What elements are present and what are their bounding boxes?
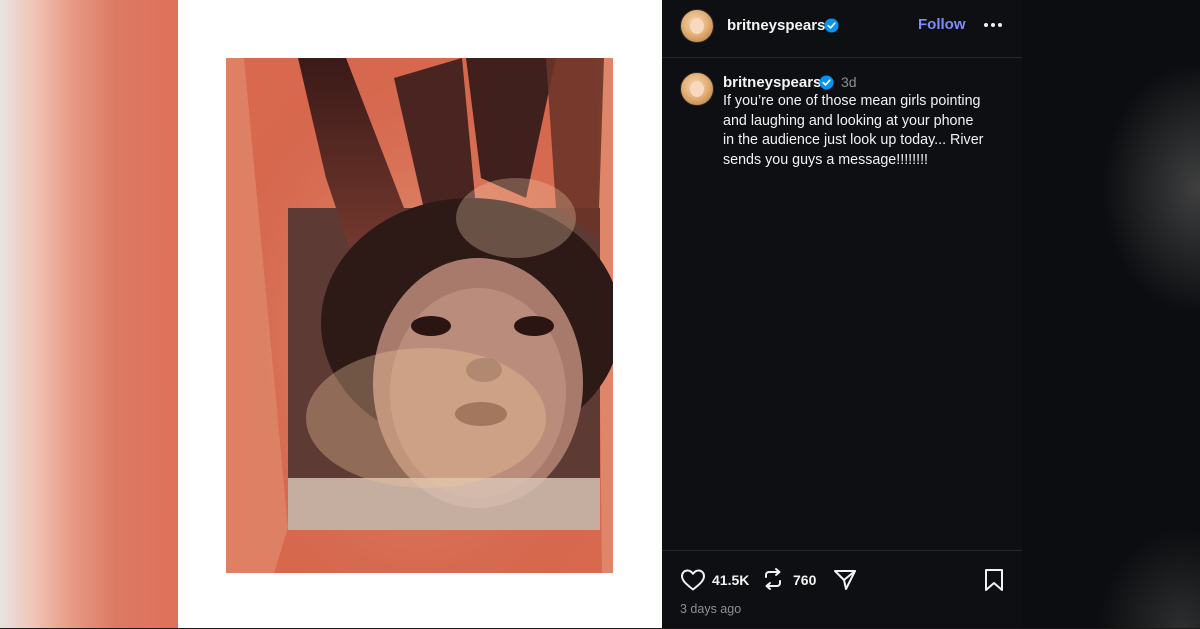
media-panel [178, 0, 662, 628]
caption-avatar[interactable] [680, 72, 714, 106]
verified-badge-icon [824, 18, 839, 33]
repost-icon[interactable] [761, 567, 785, 591]
caption-text: If you’re one of those mean girls pointi… [723, 93, 984, 168]
blurred-backdrop-right [1022, 0, 1200, 628]
repost-count[interactable]: 760 [793, 572, 816, 588]
caption-timestamp[interactable]: 3d [841, 74, 857, 90]
send-icon[interactable] [832, 567, 858, 593]
post-photo[interactable] [226, 58, 613, 573]
photo-illustration [226, 58, 613, 573]
bookmark-icon[interactable] [983, 568, 1005, 592]
follow-button[interactable]: Follow [918, 16, 966, 33]
post-header: britneyspears Follow [662, 0, 1022, 58]
verified-badge-icon [819, 75, 834, 90]
blurred-backdrop-left [0, 0, 178, 628]
avatar[interactable] [680, 9, 714, 43]
more-options-icon[interactable] [983, 18, 1003, 32]
post-time-ago[interactable]: 3 days ago [680, 602, 741, 616]
action-bar: 41.5K 760 3 days ago [662, 550, 1022, 629]
heart-icon[interactable] [680, 568, 706, 592]
caption-username[interactable]: britneyspears [723, 74, 821, 91]
header-username[interactable]: britneyspears [727, 17, 825, 34]
post-panel: britneyspears Follow britneyspears 3d If… [662, 0, 1022, 628]
like-count[interactable]: 41.5K [712, 572, 749, 588]
